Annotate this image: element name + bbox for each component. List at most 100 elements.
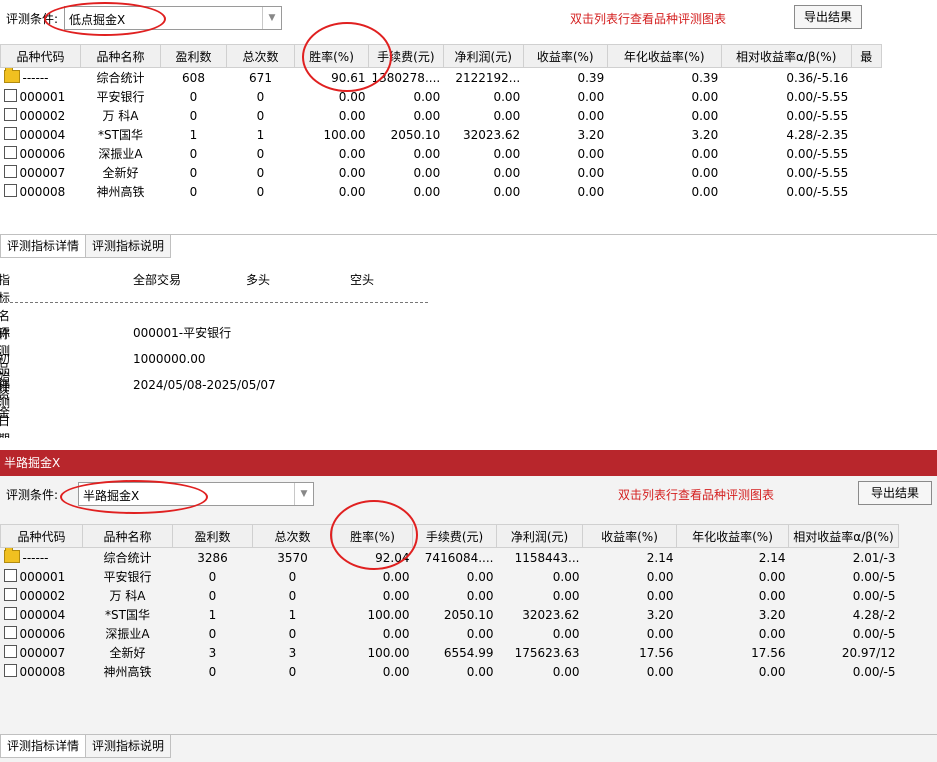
cell-value: 全新好 bbox=[102, 166, 139, 180]
table-row[interactable]: 000004 *ST国华 1 1 100.00 2050.10 32023.62 3.20 3.… bbox=[1, 125, 882, 144]
column-header[interactable]: 总次数 bbox=[252, 524, 333, 548]
column-header[interactable]: 盈利数 bbox=[172, 524, 253, 548]
checkbox-icon[interactable] bbox=[3, 664, 17, 677]
table-row[interactable]: 000004 *ST国华 1 1 100.00 2050.10 32023.62 3.20 3.… bbox=[1, 605, 899, 624]
cell-value: 0.00/-5 bbox=[852, 664, 896, 679]
condition-combobox[interactable]: 低点掘金X ▼ bbox=[64, 6, 282, 30]
table-cell: 0.00 bbox=[413, 662, 497, 681]
tab-indicator-details[interactable]: 评测指标详情 bbox=[0, 235, 87, 258]
table-row[interactable]: 000001 平安银行 0 0 0.00 0.00 0.00 0.00 0.00 0.00/-5.… bbox=[1, 87, 882, 106]
column-header[interactable]: 品种名称 bbox=[80, 44, 161, 68]
cell-value: 7416084.... bbox=[424, 550, 494, 565]
results-table[interactable]: 品种代码 品种名称 盈利数 总次数 胜率(%) 手续费(元) 净利润(元) 收益率(%) 年化收… bbox=[0, 44, 882, 201]
cell-value: 3 bbox=[288, 645, 297, 660]
cell-value: 0.00 bbox=[493, 165, 521, 180]
checkbox-icon[interactable] bbox=[3, 645, 17, 658]
column-header[interactable]: 收益率(%) bbox=[582, 524, 677, 548]
table-cell: 0.00/-5 bbox=[789, 624, 899, 643]
table-cell: 000007 bbox=[1, 643, 83, 662]
chevron-down-icon[interactable]: ▼ bbox=[262, 7, 281, 29]
table-cell: 7416084.... bbox=[413, 548, 497, 568]
checkbox-icon[interactable] bbox=[3, 89, 17, 102]
column-header[interactable]: 相对收益率α/β(%) bbox=[788, 524, 899, 548]
cell-value: 0.00 bbox=[413, 184, 441, 199]
table-cell: 1380278.... bbox=[369, 68, 444, 88]
table-cell: 1 bbox=[173, 605, 253, 624]
column-header[interactable]: 总次数 bbox=[226, 44, 295, 68]
results-table[interactable]: 品种代码 品种名称 盈利数 总次数 胜率(%) 手续费(元) 净利润(元) 收益率(%) 年化收… bbox=[0, 524, 899, 681]
toolbar: 评测条件: 低点掘金X ▼ 双击列表行查看品种评测图表 导出结果 bbox=[0, 0, 937, 36]
table-row[interactable]: 000007 全新好 3 3 100.00 6554.99 175623.63 17.56 17… bbox=[1, 643, 899, 662]
checkbox-icon[interactable] bbox=[3, 184, 17, 197]
column-header[interactable]: 最 bbox=[850, 44, 882, 68]
checkbox-icon[interactable] bbox=[3, 626, 17, 639]
column-header[interactable]: 年化收益率(%) bbox=[606, 44, 722, 68]
table-row[interactable]: 000006 深振业A 0 0 0.00 0.00 0.00 0.00 0.00 0.00/-5 bbox=[1, 624, 899, 643]
table-cell: 2.14 bbox=[583, 548, 677, 568]
table-row[interactable]: 000006 深振业A 0 0 0.00 0.00 0.00 0.00 0.00 0.00/-5.… bbox=[1, 144, 882, 163]
column-header[interactable]: 手续费(元) bbox=[412, 524, 497, 548]
checkbox-icon[interactable] bbox=[3, 127, 17, 140]
table-row[interactable]: 000002 万 科A 0 0 0.00 0.00 0.00 0.00 0.00 0.00/-5.… bbox=[1, 106, 882, 125]
column-header[interactable]: 品种名称 bbox=[82, 524, 173, 548]
column-header[interactable]: 盈利数 bbox=[160, 44, 227, 68]
table-row[interactable]: 000008 神州高铁 0 0 0.00 0.00 0.00 0.00 0.00 0.00/-5.… bbox=[1, 182, 882, 201]
column-header[interactable]: 净利润(元) bbox=[442, 44, 524, 68]
cell-value: 0.00 bbox=[552, 626, 580, 641]
table-cell: 2.14 bbox=[677, 548, 789, 568]
condition-value: 低点掘金X bbox=[69, 13, 126, 27]
cell-value: 0.00 bbox=[646, 626, 674, 641]
column-header[interactable]: 年化收益率(%) bbox=[676, 524, 789, 548]
column-header[interactable]: 胜率(%) bbox=[332, 524, 413, 548]
checkbox-icon[interactable] bbox=[3, 588, 17, 601]
table-cell: ------ bbox=[1, 547, 83, 568]
table-row[interactable]: ------ 综合统计 3286 3570 92.04 7416084.... 115844… bbox=[1, 547, 899, 568]
tab-indicator-description[interactable]: 评测指标说明 bbox=[85, 235, 172, 258]
tab-indicator-description[interactable]: 评测指标说明 bbox=[85, 735, 172, 758]
checkbox-icon[interactable] bbox=[3, 146, 17, 159]
table-cell: 0.00 bbox=[295, 144, 369, 163]
column-header[interactable]: 净利润(元) bbox=[496, 524, 583, 548]
cell-value: 3.20 bbox=[758, 607, 786, 622]
table-header: 品种代码 品种名称 盈利数 总次数 胜率(%) 手续费(元) 净利润(元) 收益率(%) 年化收… bbox=[0, 44, 882, 68]
chevron-down-icon[interactable]: ▼ bbox=[294, 483, 313, 505]
export-button[interactable]: 导出结果 bbox=[858, 481, 932, 505]
checkbox-icon[interactable] bbox=[3, 165, 17, 178]
cell-value: 2.14 bbox=[646, 550, 674, 565]
cell-value: *ST国华 bbox=[98, 128, 143, 142]
column-header[interactable]: 品种代码 bbox=[0, 44, 81, 68]
table-cell: 综合统计 bbox=[81, 68, 161, 88]
table-row[interactable]: ------ 综合统计 608 671 90.61 1380278.... 2122192.… bbox=[1, 67, 882, 88]
checkbox-icon[interactable] bbox=[3, 108, 17, 121]
cell-value: 2.01/-3 bbox=[852, 550, 896, 565]
checkbox-icon[interactable] bbox=[3, 607, 17, 620]
column-header[interactable]: 胜率(%) bbox=[294, 44, 369, 68]
column-header[interactable]: 品种代码 bbox=[0, 524, 83, 548]
cell-value: 神州高铁 bbox=[103, 665, 152, 679]
cell-value: 0.00/-5.55 bbox=[786, 165, 849, 180]
table-row[interactable]: 000001 平安银行 0 0 0.00 0.00 0.00 0.00 0.00 0.00/-5 bbox=[1, 567, 899, 586]
column-header[interactable]: 相对收益率α/β(%) bbox=[720, 44, 852, 68]
column-header[interactable]: 收益率(%) bbox=[522, 44, 608, 68]
table-cell: 0.00 bbox=[583, 567, 677, 586]
cell-value: 0 bbox=[189, 146, 198, 161]
condition-combobox[interactable]: 半路掘金X ▼ bbox=[78, 482, 314, 506]
table-cell: 0 bbox=[161, 106, 227, 125]
column-header[interactable]: 手续费(元) bbox=[368, 44, 444, 68]
export-button[interactable]: 导出结果 bbox=[794, 5, 862, 29]
cell-value: 0.00 bbox=[466, 588, 494, 603]
checkbox-icon[interactable] bbox=[3, 569, 17, 582]
table-row[interactable]: 000008 神州高铁 0 0 0.00 0.00 0.00 0.00 0.00 0.00/-5 bbox=[1, 662, 899, 681]
table-cell: 万 科A bbox=[83, 586, 173, 605]
table-cell: 17.56 bbox=[583, 643, 677, 662]
cell-value: 平安银行 bbox=[96, 90, 145, 104]
cell-value: 000001 bbox=[19, 570, 66, 584]
cell-value: ------ bbox=[22, 71, 49, 85]
table-cell: 0.00/-5 bbox=[789, 567, 899, 586]
tab-indicator-details[interactable]: 评测指标详情 bbox=[0, 735, 87, 758]
table-row[interactable]: 000007 全新好 0 0 0.00 0.00 0.00 0.00 0.00 0.00/-5.5… bbox=[1, 163, 882, 182]
table-row[interactable]: 000002 万 科A 0 0 0.00 0.00 0.00 0.00 0.00 0.00/-5 bbox=[1, 586, 899, 605]
cell-value: 综合统计 bbox=[96, 71, 145, 85]
table-cell: 0.00 bbox=[607, 163, 721, 182]
table-cell: 000004 bbox=[1, 125, 81, 144]
